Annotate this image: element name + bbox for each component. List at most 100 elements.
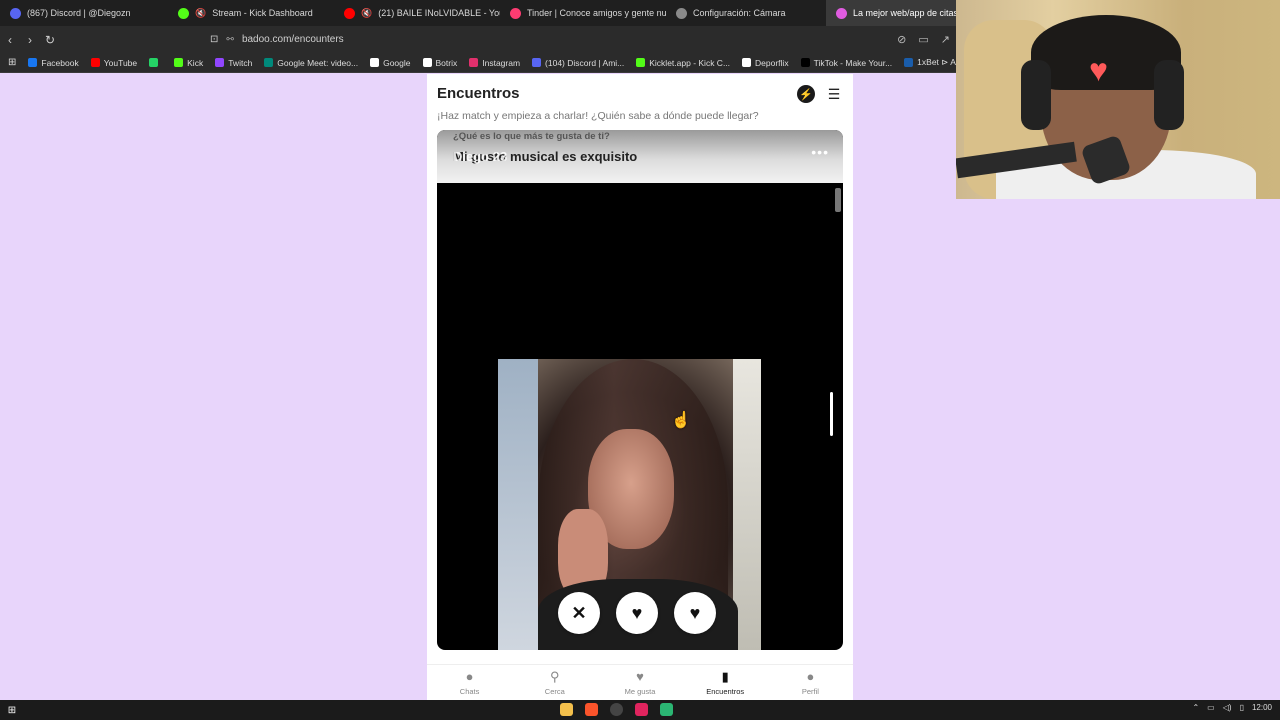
clock[interactable]: 12:00 — [1252, 703, 1272, 712]
photo-scroll-indicator — [830, 392, 833, 436]
bookmark-item[interactable]: Botrix — [422, 57, 458, 68]
app-icon-2[interactable] — [660, 703, 673, 716]
battery-icon[interactable]: ▯ — [1240, 703, 1244, 712]
obs-icon[interactable] — [610, 703, 623, 716]
bookmark-item[interactable]: TikTok - Make Your... — [800, 57, 893, 68]
bookmark-label: Twitch — [228, 57, 253, 68]
bookmark-label: Botrix — [435, 57, 458, 68]
tray-expand-icon[interactable]: ⌃ — [1192, 703, 1199, 712]
tab-label: (867) Discord | @Diegozn — [27, 8, 131, 18]
bookmark-item[interactable]: Instagram — [469, 58, 520, 68]
app-icon[interactable] — [635, 703, 648, 716]
windows-taskbar: ⊞ ⌃ ▭ ◁) ▯ 12:00 — [0, 700, 1280, 720]
windows-start-icon[interactable]: ⊞ — [0, 705, 24, 716]
bookmark-item[interactable]: Facebook — [28, 58, 79, 68]
bookmark-item[interactable]: YouTube — [90, 57, 138, 68]
tab-label: Configuración: Cámara — [693, 8, 786, 18]
url-text: badoo.com/encounters — [241, 34, 344, 45]
bookmark-favicon-icon — [532, 58, 542, 67]
bookmark-label: Instagram — [482, 57, 521, 68]
share-icon[interactable]: ↗ — [941, 33, 950, 46]
bookmark-item[interactable]: Google — [370, 58, 411, 68]
lightning-icon[interactable]: ⚡ — [797, 85, 815, 103]
tab-favicon-icon — [510, 7, 521, 19]
browser-tab[interactable]: 🔇 (21) BAILE INoLVIDABLE - YouTub — [334, 0, 500, 26]
bookmark-icon[interactable]: ⊡ — [210, 34, 218, 45]
browser-tab[interactable]: La mejor web/app de citas grat — [826, 0, 956, 26]
bookmark-favicon-icon — [370, 58, 380, 67]
bookmark-item[interactable]: Twitch — [215, 58, 252, 68]
nav-item-chats[interactable]: ● Chats — [427, 665, 512, 700]
page-title: Encuentros — [437, 85, 520, 102]
bookmark-label: TikTok - Make Your... — [813, 57, 893, 68]
nav-label: Me gusta — [624, 686, 656, 696]
person-icon: ● — [806, 668, 815, 684]
bookmark-favicon-icon — [264, 58, 274, 67]
muted-icon[interactable]: 🔇 — [195, 8, 206, 19]
cast-icon[interactable]: ▭ — [918, 33, 928, 46]
like-button[interactable]: ♥ — [674, 592, 716, 634]
tab-favicon-icon — [344, 7, 355, 19]
bookmark-item[interactable] — [149, 58, 162, 67]
camera-blocked-icon[interactable]: ⊘ — [897, 33, 906, 46]
browser-tab[interactable]: (867) Discord | @Diegozn — [0, 0, 168, 26]
browser-tab[interactable]: 🔇 Stream - Kick Dashboard — [168, 0, 334, 26]
bookmark-favicon-icon — [904, 58, 914, 67]
muted-icon[interactable]: 🔇 — [361, 8, 372, 19]
bookmark-favicon-icon — [90, 58, 100, 67]
tab-label: Stream - Kick Dashboard — [212, 8, 313, 18]
tab-favicon-icon — [836, 7, 847, 19]
side-badge — [835, 188, 841, 212]
encounters-page: Encuentros ⚡ ☰ ¡Haz match y empieza a ch… — [427, 74, 853, 700]
bookmark-favicon-icon — [469, 58, 479, 67]
tab-favicon-icon — [676, 7, 687, 19]
bookmark-item[interactable]: Google Meet: video... — [264, 58, 358, 68]
tab-label: (21) BAILE INoLVIDABLE - YouTub — [378, 8, 500, 18]
nav-item-perfil[interactable]: ● Perfil — [768, 665, 853, 700]
forward-icon[interactable]: › — [20, 33, 40, 47]
dislike-button[interactable]: ✕ — [558, 592, 600, 634]
tab-favicon-icon — [10, 7, 21, 19]
more-options-icon[interactable]: ••• — [811, 144, 829, 160]
heart-icon: ♥ — [636, 668, 644, 684]
location-pin-icon: ⚲ — [550, 668, 560, 684]
file-explorer-icon[interactable] — [560, 703, 573, 716]
page-subtitle: ¡Haz match y empieza a charlar! ¿Quién s… — [437, 110, 759, 122]
bookmark-favicon-icon — [174, 58, 184, 67]
crush-button[interactable]: ♥ — [616, 592, 658, 634]
webcam-overlay: ♥ — [956, 0, 1280, 199]
browser-tab[interactable]: Tinder | Conoce amigos y gente nue — [500, 0, 666, 26]
nav-label: Cerca — [544, 686, 565, 696]
bottom-navigation: ● Chats ⚲ Cerca ♥ Me gusta ▮ Encuentros ● Perfil — [427, 664, 853, 700]
nav-item-encuentros[interactable]: ▮ Encuentros — [683, 665, 768, 700]
bookmark-item[interactable]: Kick — [174, 58, 203, 68]
profile-question: ¿Qué es lo que más te gusta de ti? — [453, 131, 610, 142]
nav-label: Perfil — [801, 686, 819, 696]
bookmark-favicon-icon — [215, 58, 225, 67]
back-icon[interactable]: ‹ — [0, 33, 20, 47]
network-icon[interactable]: ▭ — [1207, 703, 1215, 712]
nav-item-me-gusta[interactable]: ♥ Me gusta — [597, 665, 682, 700]
bookmark-item[interactable]: (104) Discord | Ami... — [532, 58, 624, 68]
url-field[interactable]: ⊡ ⚯ badoo.com/encounters — [210, 34, 344, 45]
profile-name: Diego 23 — [453, 149, 508, 164]
cards-icon: ▮ — [721, 668, 729, 684]
bookmark-label: YouTube — [103, 57, 138, 68]
bookmark-favicon-icon — [800, 58, 810, 67]
browser-tab[interactable]: Configuración: Cámara — [666, 0, 826, 26]
bookmark-favicon-icon — [636, 58, 646, 67]
apps-grid-icon[interactable]: ⊞ — [8, 57, 16, 68]
bookmark-label: Google Meet: video... — [277, 57, 359, 68]
bookmark-favicon-icon — [149, 58, 159, 67]
filter-icon[interactable]: ☰ — [825, 85, 843, 103]
profile-card[interactable]: ¿Qué es lo que más te gusta de ti? Mi gu… — [437, 130, 843, 650]
reload-icon[interactable]: ↻ — [40, 33, 60, 47]
bookmark-label: (104) Discord | Ami... — [545, 57, 625, 68]
site-info-icon[interactable]: ⚯ — [226, 34, 234, 45]
chat-icon: ● — [465, 668, 474, 684]
nav-item-cerca[interactable]: ⚲ Cerca — [512, 665, 597, 700]
bookmark-item[interactable]: Kicklet.app - Kick C... — [636, 58, 730, 68]
bookmark-item[interactable]: Deporflix — [742, 58, 789, 68]
volume-icon[interactable]: ◁) — [1223, 703, 1232, 712]
brave-browser-icon[interactable] — [585, 703, 598, 716]
